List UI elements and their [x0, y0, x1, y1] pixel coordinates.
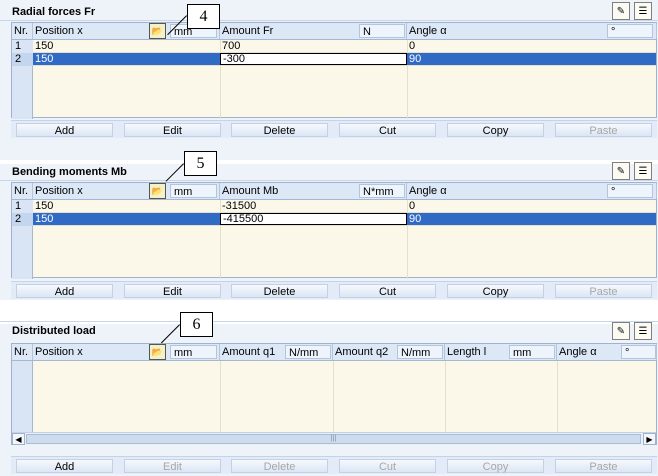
header-nr: Nr. [12, 23, 33, 39]
cell-angle[interactable]: 0 [407, 200, 657, 213]
bending-moments-table: Nr. Position x 📂 mm Amount Mb N*mm Angle… [11, 182, 657, 279]
row-number: 1 [12, 200, 33, 213]
edit-button[interactable]: Edit [124, 459, 221, 473]
cell-amount-editor[interactable]: -415500 [220, 213, 407, 225]
amount-q2-unit[interactable]: N/mm [397, 345, 443, 359]
distributed-load-table: Nr. Position x 📂 mm Amount q1 N/mm Amoun… [11, 343, 657, 445]
angle-unit[interactable]: ° [607, 24, 653, 38]
notes-icon[interactable]: ☰ [634, 2, 652, 20]
scroll-thumb[interactable]: ||| [26, 434, 641, 444]
cut-button[interactable]: Cut [339, 123, 436, 137]
amount-q1-unit[interactable]: N/mm [285, 345, 331, 359]
distributed-load-section: Distributed load ✎ ☰ Nr. Position x 📂 mm… [0, 300, 658, 476]
callout-5: 5 [184, 151, 217, 176]
table-row[interactable]: 1 150 -31500 0 [12, 200, 656, 213]
table-row-selected[interactable]: 2 150 -415500 90 [12, 213, 656, 226]
delete-button[interactable]: Delete [231, 284, 328, 298]
section-toolbar: ✎ ☰ [612, 162, 652, 180]
length-unit[interactable]: mm [509, 345, 555, 359]
row-number: 2 [12, 53, 33, 66]
copy-button[interactable]: Copy [447, 123, 544, 137]
table-row-selected[interactable]: 2 150 -300 90 [12, 53, 656, 66]
row-number: 1 [12, 40, 33, 53]
cell-amount[interactable]: 700 [220, 40, 407, 53]
cell-amount[interactable]: -31500 [220, 200, 407, 213]
delete-button[interactable]: Delete [231, 123, 328, 137]
notes-icon[interactable]: ☰ [634, 322, 652, 340]
section-toolbar: ✎ ☰ [612, 2, 652, 20]
title-divider [0, 180, 658, 181]
table-header: Nr. Position x 📂 mm Amount Fr N Angle α … [12, 23, 657, 40]
scroll-right-icon[interactable]: ▶ [643, 433, 656, 445]
add-button[interactable]: Add [16, 123, 113, 137]
table-row[interactable]: 1 150 700 0 [12, 40, 656, 53]
amount-unit[interactable]: N*mm [359, 184, 405, 198]
cell-position[interactable]: 150 [33, 53, 220, 66]
delete-button[interactable]: Delete [231, 459, 328, 473]
column-divider [445, 361, 446, 433]
column-divider [333, 361, 334, 433]
paste-button[interactable]: Paste [555, 123, 652, 137]
cell-angle[interactable]: 90 [407, 213, 657, 226]
cell-position[interactable]: 150 [33, 40, 220, 53]
section-title: Radial forces Fr [12, 6, 96, 18]
cell-amount-editor[interactable]: -300 [220, 53, 407, 65]
header-nr: Nr. [12, 344, 33, 360]
section-title: Distributed load [12, 325, 96, 337]
callout-4: 4 [187, 4, 220, 29]
radial-button-bar: Add Edit Delete Cut Copy Paste [11, 120, 657, 138]
table-header: Nr. Position x 📂 mm Amount Mb N*mm Angle… [12, 183, 657, 200]
angle-unit[interactable]: ° [607, 184, 653, 198]
row-number-column [12, 361, 33, 433]
notes-icon[interactable]: ☰ [634, 162, 652, 180]
table-header: Nr. Position x 📂 mm Amount q1 N/mm Amoun… [12, 344, 657, 361]
copy-button[interactable]: Copy [447, 459, 544, 473]
folder-pick-icon[interactable]: 📂 [149, 344, 166, 360]
edit-button[interactable]: Edit [124, 284, 221, 298]
horizontal-scrollbar[interactable]: ◀ ||| ▶ [12, 432, 656, 445]
folder-pick-icon[interactable]: 📂 [149, 183, 166, 199]
amount-unit[interactable]: N [359, 24, 405, 38]
radial-forces-table: Nr. Position x 📂 mm Amount Fr N Angle α … [11, 22, 657, 119]
copy-button[interactable]: Copy [447, 284, 544, 298]
paste-button[interactable]: Paste [555, 284, 652, 298]
row-number: 2 [12, 213, 33, 226]
chart-edit-icon[interactable]: ✎ [612, 322, 630, 340]
header-nr: Nr. [12, 183, 33, 199]
distributed-button-bar: Add Edit Delete Cut Copy Paste [11, 456, 657, 474]
paste-button[interactable]: Paste [555, 459, 652, 473]
radial-forces-section: Radial forces Fr ✎ ☰ Nr. Position x 📂 mm… [0, 0, 658, 160]
section-toolbar: ✎ ☰ [612, 322, 652, 340]
callout-6: 6 [180, 312, 213, 337]
bending-moments-section: Bending moments Mb ✎ ☰ Nr. Position x 📂 … [0, 160, 658, 300]
bending-button-bar: Add Edit Delete Cut Copy Paste [11, 281, 657, 299]
cut-button[interactable]: Cut [339, 459, 436, 473]
cut-button[interactable]: Cut [339, 284, 436, 298]
scroll-left-icon[interactable]: ◀ [12, 433, 25, 445]
cell-position[interactable]: 150 [33, 200, 220, 213]
position-unit[interactable]: mm [170, 184, 217, 198]
cell-angle[interactable]: 90 [407, 53, 657, 66]
title-divider [0, 20, 658, 21]
folder-pick-icon[interactable]: 📂 [149, 23, 166, 39]
chart-edit-icon[interactable]: ✎ [612, 2, 630, 20]
add-button[interactable]: Add [16, 459, 113, 473]
section-title: Bending moments Mb [12, 166, 127, 178]
column-divider [220, 361, 221, 433]
position-unit[interactable]: mm [170, 345, 217, 359]
title-divider [0, 321, 658, 322]
cell-position[interactable]: 150 [33, 213, 220, 226]
edit-button[interactable]: Edit [124, 123, 221, 137]
chart-edit-icon[interactable]: ✎ [612, 162, 630, 180]
add-button[interactable]: Add [16, 284, 113, 298]
cell-angle[interactable]: 0 [407, 40, 657, 53]
column-divider [557, 361, 558, 433]
angle-unit[interactable]: ° [621, 345, 656, 359]
